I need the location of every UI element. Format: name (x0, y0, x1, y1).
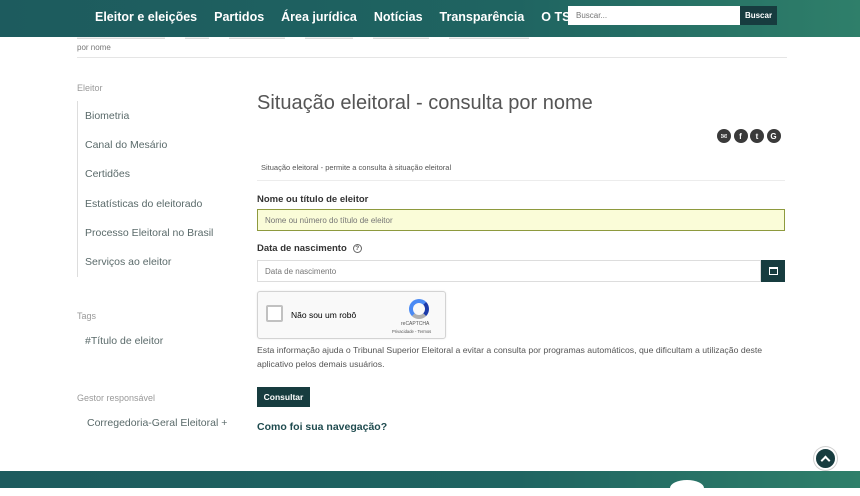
sidebar-item-processo-eleitoral[interactable]: Processo Eleitoral no Brasil (78, 218, 237, 247)
sidebar-item-servicos-eleitor[interactable]: Serviços ao eleitor (78, 247, 237, 276)
search-input[interactable] (568, 6, 740, 25)
captcha-info-text: Esta informação ajuda o Tribunal Superio… (257, 345, 763, 369)
email-icon[interactable]: ✉ (717, 129, 731, 143)
page-title: Situação eleitoral - consulta por nome (257, 92, 593, 114)
nav-partidos[interactable]: Partidos (214, 10, 264, 24)
google-plus-icon[interactable]: G (766, 129, 781, 143)
nav-transparencia[interactable]: Transparência (440, 10, 525, 24)
name-field-label: Nome ou título de eleitor (257, 194, 369, 205)
nav-area-juridica[interactable]: Área jurídica (281, 10, 357, 24)
name-or-title-input[interactable] (257, 209, 785, 231)
sidebar-heading-tags: Tags (77, 311, 97, 321)
recaptcha-checkbox[interactable] (266, 305, 283, 322)
recaptcha-widget: Não sou um robô reCAPTCHA Privacidade - … (257, 291, 446, 339)
sidebar-heading-gestor: Gestor responsável (77, 393, 156, 403)
recaptcha-logo-icon (409, 299, 429, 319)
recaptcha-label: Não sou um robô (291, 310, 357, 320)
footer-logo-icon (670, 480, 704, 496)
chevron-up-icon (820, 455, 831, 466)
share-icons: ✉ f t G (717, 129, 783, 143)
breadcrumb-divider (77, 57, 787, 58)
facebook-icon[interactable]: f (733, 129, 748, 143)
sidebar-item-biometria[interactable]: Biometria (78, 101, 237, 130)
sidebar-item-certidoes[interactable]: Certidões (78, 160, 237, 189)
calendar-button[interactable] (761, 260, 785, 282)
calendar-icon (768, 267, 778, 275)
birth-date-input[interactable] (257, 260, 761, 282)
description-divider (257, 180, 785, 181)
nav-eleitor-eleicoes[interactable]: Eleitor e eleições (95, 10, 197, 24)
nav-noticias[interactable]: Notícias (374, 10, 423, 24)
page-description: Situação eleitoral - permite a consulta … (261, 163, 452, 172)
birth-date-label: Data de nascimento (257, 243, 347, 254)
tag-link[interactable]: #Título de eleitor (85, 335, 163, 347)
feedback-link[interactable]: Como foi sua navegação? (257, 421, 387, 433)
sidebar-menu: Biometria Canal do Mesário Certidões Est… (77, 101, 237, 277)
twitter-icon[interactable]: t (750, 129, 764, 143)
sidebar-heading-eleitor: Eleitor (77, 83, 103, 93)
birth-date-label-row: Data de nascimento? (257, 243, 362, 254)
sidebar-item-estatisticas[interactable]: Estatísticas do eleitorado (78, 189, 237, 218)
gestor-link[interactable]: Corregedoria-Geral Eleitoral + (87, 417, 227, 429)
help-icon[interactable]: ? (352, 244, 362, 253)
breadcrumb-trail-obscured: ▬▬▬▬▬▬▬▬▬▬▬ ▬▬▬ ▬▬▬▬▬▬▬ ▬▬▬▬▬▬ ▬▬▬▬▬▬▬ ▬▬▬▬▬▬… (77, 33, 529, 39)
top-navigation-bar: Eleitor e eleições Partidos Área jurídic… (0, 0, 860, 37)
footer-bar (0, 471, 860, 496)
scroll-to-top-button[interactable] (814, 447, 837, 470)
search-button[interactable]: Buscar (740, 6, 777, 25)
breadcrumb: ▬▬▬▬▬▬▬▬▬▬▬ ▬▬▬ ▬▬▬▬▬▬▬ ▬▬▬▬▬▬ ▬▬▬▬▬▬▬ ▬▬▬▬▬▬… (77, 33, 777, 53)
recaptcha-brand: reCAPTCHA (401, 321, 430, 327)
recaptcha-terms-link[interactable]: Privacidade - Termos (392, 329, 431, 334)
main-nav: Eleitor e eleições Partidos Área jurídic… (95, 0, 596, 33)
consultar-button[interactable]: Consultar (257, 387, 310, 407)
sidebar-item-canal-mesario[interactable]: Canal do Mesário (78, 130, 237, 159)
breadcrumb-current: por nome (77, 43, 111, 52)
